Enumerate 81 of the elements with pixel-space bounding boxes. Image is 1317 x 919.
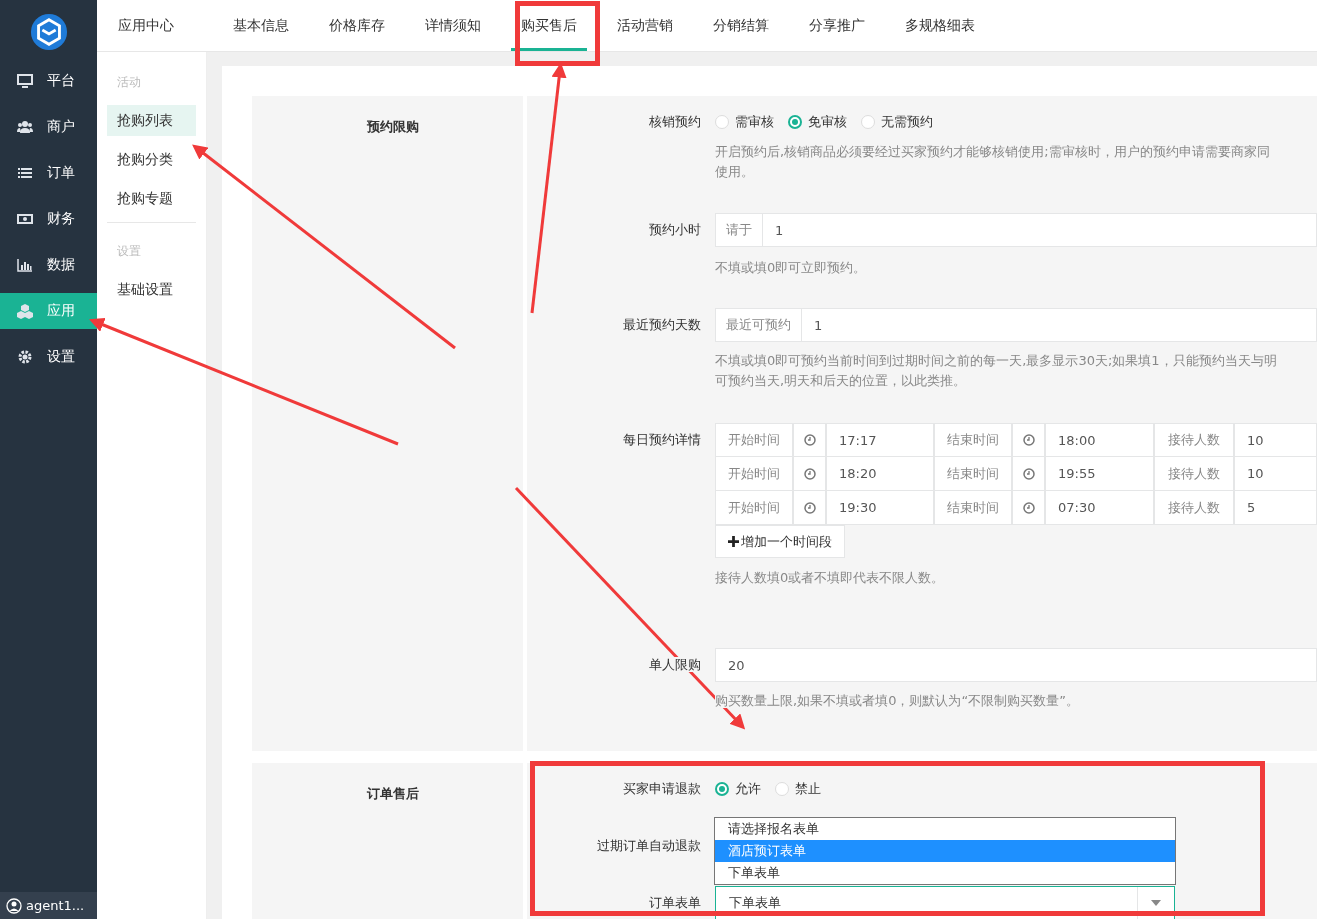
clock-icon [803, 434, 816, 446]
subnav-item[interactable]: 抢购分类 [107, 144, 196, 175]
clock-icon [803, 467, 816, 480]
time-field[interactable]: 19:30 [826, 491, 934, 525]
input-field[interactable]: 请于 1 [715, 213, 1317, 247]
subnav-item[interactable]: 抢购专题 [107, 183, 196, 214]
clock-icon [803, 501, 816, 514]
bar-chart-icon [17, 257, 33, 273]
sidebar-item[interactable]: 订单 [0, 155, 97, 191]
field-label: 订单表单 [648, 894, 701, 912]
dropdown-option[interactable]: 请选择报名表单 [715, 818, 1175, 840]
input-field[interactable]: 5 [1234, 491, 1317, 525]
user-icon [6, 897, 22, 914]
addon-label: 结束时间 [934, 457, 1012, 491]
section-title: 订单售后 [365, 786, 419, 801]
sidebar-item[interactable]: 设置 [0, 339, 97, 375]
tab[interactable]: 分销结算 [703, 0, 779, 51]
tab[interactable]: 价格库存 [319, 0, 395, 51]
tab[interactable]: 详情须知 [415, 0, 491, 51]
tab[interactable]: 活动营销 [607, 0, 683, 51]
radio-label: 需审核 [735, 113, 774, 131]
radio-button[interactable] [715, 782, 729, 796]
time-field[interactable]: 18:20 [826, 457, 934, 491]
section-title: 预约限购 [365, 119, 419, 134]
field-label: 最近预约天数 [622, 316, 701, 334]
users-icon [17, 119, 33, 135]
addon-label: 开始时间 [715, 491, 793, 525]
clock-icon [1022, 501, 1035, 514]
time-field[interactable]: 19:55 [1045, 457, 1154, 491]
help-text: 不填或填0即可预约当前时间到过期时间之前的每一天,最多显示30天;如果填1，只能预约当天与明 [715, 353, 1277, 368]
help-text: 开启预约后,核销商品必须要经过买家预约才能够核销使用;需审核时，用户的预约申请需要商家同 [715, 144, 1270, 159]
cubes-icon [17, 303, 33, 319]
field-label: 预约小时 [648, 221, 701, 239]
clock-icon [1022, 467, 1035, 480]
input-field[interactable]: 10 [1234, 457, 1317, 491]
radio-button[interactable] [788, 115, 802, 129]
field-label: 核销预约 [648, 113, 701, 131]
addon-label: 开始时间 [715, 457, 793, 491]
time-field[interactable]: 17:17 [826, 423, 934, 457]
settings-icon [17, 349, 33, 365]
logo-icon [29, 12, 68, 51]
time-field[interactable]: 18:00 [1045, 423, 1154, 457]
addon-label: 接待人数 [1154, 423, 1234, 457]
radio-label: 禁止 [795, 780, 821, 798]
subnav-item[interactable]: 基础设置 [107, 274, 196, 305]
caret-icon [1151, 900, 1161, 906]
input-field[interactable]: 10 [1234, 423, 1317, 457]
field-label: 单人限购 [649, 657, 701, 672]
dropdown-option[interactable]: 下单表单 [715, 862, 1175, 884]
radio-label: 允许 [735, 780, 761, 798]
list-icon [17, 165, 33, 181]
sidebar-item[interactable]: 财务 [0, 201, 97, 237]
sidebar-item[interactable]: 商户 [0, 109, 97, 145]
addon-label: 结束时间 [934, 491, 1012, 525]
field-label: 过期订单自动退款 [596, 837, 701, 855]
radio-label: 无需预约 [881, 113, 933, 131]
monitor-icon [17, 73, 33, 89]
tab[interactable]: 多规格细表 [895, 0, 985, 51]
subnav-item[interactable]: 抢购列表 [107, 105, 196, 136]
sidebar-item[interactable]: 数据 [0, 247, 97, 283]
field-label: 买家申请退款 [622, 780, 701, 798]
addon-label: 接待人数 [1154, 491, 1234, 525]
input-field[interactable]: 20 [715, 648, 1317, 682]
add-time-slot-button[interactable]: 增加一个时间段 [715, 525, 845, 558]
tab[interactable]: 分享推广 [799, 0, 875, 51]
banknote-icon [17, 211, 33, 227]
user-menu[interactable]: agent1... [0, 892, 97, 919]
group-heading: 活动 [117, 75, 141, 89]
addon-label: 结束时间 [934, 423, 1012, 457]
field-label: 每日预约详情 [622, 431, 701, 449]
tab[interactable]: 基本信息 [223, 0, 299, 51]
addon-label: 接待人数 [1154, 457, 1234, 491]
sidebar-item[interactable]: 平台 [0, 63, 97, 99]
radio-label: 免审核 [808, 113, 847, 131]
section-title: 应用中心 [118, 16, 174, 35]
input-field[interactable]: 最近可预约 1 [715, 308, 1317, 342]
addon-label: 开始时间 [715, 423, 793, 457]
clock-icon [1022, 434, 1035, 446]
plus-icon [728, 536, 739, 547]
group-heading: 设置 [117, 244, 141, 258]
time-field[interactable]: 07:30 [1045, 491, 1154, 525]
